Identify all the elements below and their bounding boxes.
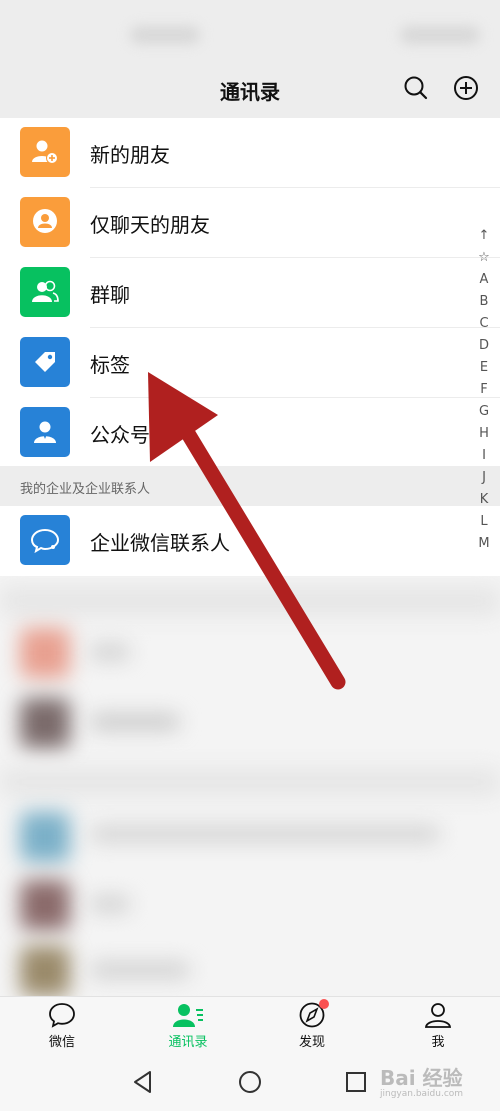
enterprise-chat-icon: [20, 515, 70, 565]
contacts-icon: [173, 1004, 203, 1027]
index-letter[interactable]: F: [474, 382, 494, 404]
index-letter[interactable]: L: [474, 514, 494, 536]
blurred-avatar: [20, 628, 70, 678]
index-letter[interactable]: D: [474, 338, 494, 360]
tab-contacts[interactable]: 通讯录: [143, 1001, 233, 1053]
status-time-blurred: [130, 26, 200, 44]
blurred-name: [90, 962, 190, 978]
blurred-avatar: [20, 812, 70, 862]
contacts-function-list: 新的朋友 仅聊天的朋友 群聊 标签 公众号: [0, 118, 500, 468]
home-circle-icon[interactable]: [237, 1069, 263, 1095]
recents-square-icon[interactable]: [343, 1069, 369, 1095]
alphabet-index[interactable]: ↑ ☆ A B C D E F G H I J K L M: [474, 228, 494, 558]
list-item-label: 新的朋友: [90, 143, 170, 167]
list-item-label: 仅聊天的朋友: [90, 213, 210, 237]
add-friend-icon: [20, 127, 70, 177]
blurred-avatar: [20, 880, 70, 930]
blurred-name: [90, 826, 440, 842]
index-letter[interactable]: H: [474, 426, 494, 448]
search-icon[interactable]: [402, 74, 430, 102]
index-letter[interactable]: I: [474, 448, 494, 470]
list-item-label: 公众号: [90, 423, 150, 447]
index-letter[interactable]: A: [474, 272, 494, 294]
index-letter[interactable]: C: [474, 316, 494, 338]
status-icons-blurred: [400, 26, 480, 44]
chat-only-icon: [20, 197, 70, 247]
list-item-new-friends[interactable]: 新的朋友: [0, 118, 500, 188]
blurred-section-header: [0, 768, 500, 796]
official-account-icon: [20, 407, 70, 457]
index-letter[interactable]: K: [474, 492, 494, 514]
chat-bubble-icon: [49, 1003, 75, 1028]
blurred-avatar: [20, 698, 70, 748]
watermark-sub: jingyan.baidu.com: [380, 1089, 464, 1099]
tab-label: 发现: [298, 1035, 325, 1050]
tab-label: 通讯录: [168, 1035, 208, 1050]
list-item-group-chats[interactable]: 群聊: [0, 258, 500, 328]
index-letter[interactable]: G: [474, 404, 494, 426]
index-letter[interactable]: ↑: [474, 228, 494, 250]
title-bar: 通讯录: [0, 60, 500, 118]
list-item-chat-only-friends[interactable]: 仅聊天的朋友: [0, 188, 500, 258]
blurred-avatar: [20, 946, 70, 996]
watermark-text: Bai 经验: [380, 1066, 463, 1090]
tab-bar: 微信 通讯录 发现 我: [0, 996, 500, 1053]
plus-circle-icon[interactable]: [452, 74, 480, 102]
tag-icon: [20, 337, 70, 387]
section-header: 我的企业及企业联系人: [0, 466, 500, 506]
tab-label: 微信: [48, 1035, 75, 1050]
list-item-tags[interactable]: 标签: [0, 328, 500, 398]
tab-label: 我: [431, 1035, 445, 1050]
index-letter[interactable]: B: [474, 294, 494, 316]
back-triangle-icon[interactable]: [130, 1069, 156, 1095]
index-letter[interactable]: E: [474, 360, 494, 382]
blurred-section-header: [0, 586, 500, 616]
list-item-label: 群聊: [90, 283, 130, 307]
group-icon: [20, 267, 70, 317]
tab-me[interactable]: 我: [393, 1001, 483, 1053]
list-item-label: 企业微信联系人: [90, 531, 230, 555]
status-bar: [0, 0, 500, 60]
watermark: Bai 经验 jingyan.baidu.com: [380, 1062, 463, 1099]
index-letter[interactable]: J: [474, 470, 494, 492]
index-letter[interactable]: M: [474, 536, 494, 558]
tab-discover[interactable]: 发现: [267, 999, 357, 1053]
section-header-title: 我的企业及企业联系人: [20, 482, 151, 497]
list-item-label: 标签: [90, 353, 130, 377]
blurred-name: [90, 896, 130, 912]
list-item-enterprise-contacts[interactable]: 企业微信联系人: [0, 506, 500, 576]
contacts-list-blurred: [0, 576, 500, 996]
blurred-name: [90, 714, 180, 730]
blurred-name: [90, 644, 130, 660]
index-letter[interactable]: ☆: [474, 250, 494, 272]
notification-badge: [319, 999, 329, 1009]
list-item-official-accounts[interactable]: 公众号: [0, 398, 500, 468]
person-icon: [424, 1003, 452, 1028]
tab-chats[interactable]: 微信: [17, 1001, 107, 1053]
